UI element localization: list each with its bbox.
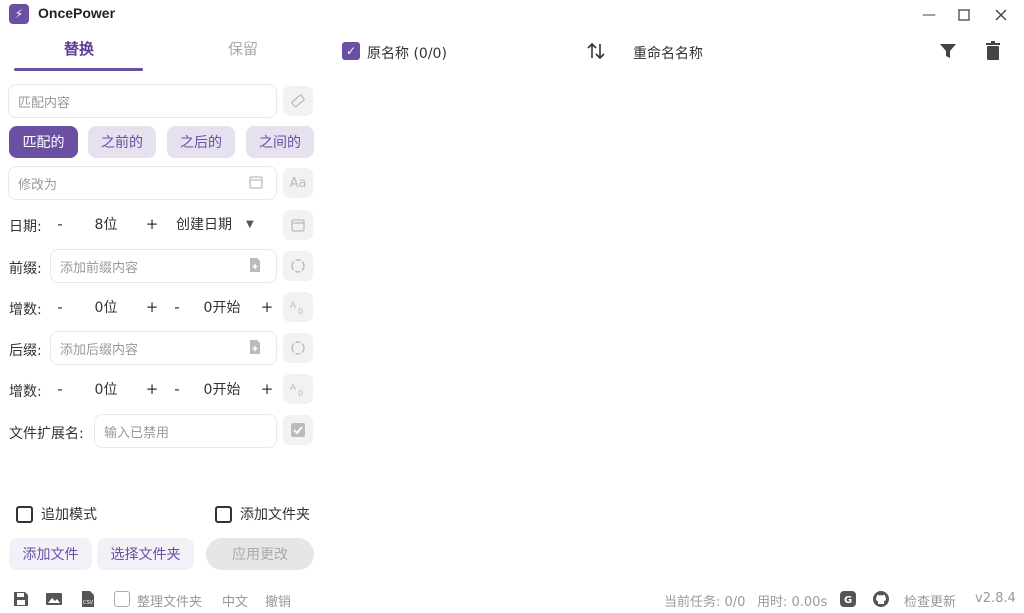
increment2-digits-plus-button[interactable]: +	[142, 380, 162, 398]
increment2-start-value[interactable]: 0开始	[187, 379, 257, 399]
increment2-start-minus-button[interactable]: -	[167, 380, 187, 398]
date-digits-value[interactable]: 8位	[70, 214, 142, 234]
increment-start-stepper: - 0开始 +	[167, 291, 277, 323]
sort-icon[interactable]	[585, 40, 607, 67]
suffix-label: 后缀:	[9, 343, 42, 359]
prefix-label: 前缀:	[9, 261, 42, 277]
trash-icon[interactable]	[983, 40, 1003, 62]
mode-after-button[interactable]: 之后的	[167, 126, 235, 158]
current-task-text: 当前任务: 0/0	[664, 595, 746, 610]
modify-input[interactable]: 修改为	[8, 166, 277, 200]
check-icon[interactable]	[283, 415, 313, 445]
prefix-input[interactable]: 添加前缀内容	[50, 249, 277, 283]
image-icon[interactable]	[45, 590, 63, 608]
date-digits-plus-button[interactable]: +	[142, 215, 162, 233]
svg-text:0: 0	[298, 307, 303, 316]
increment-icon[interactable]: A0	[283, 374, 313, 404]
increment2-start-plus-button[interactable]: +	[257, 380, 277, 398]
check-update-button[interactable]: 检查更新	[904, 591, 956, 610]
organize-folder-label: 整理文件夹	[137, 595, 203, 610]
g-icon[interactable]: G	[839, 590, 857, 608]
date-label: 日期:	[9, 219, 42, 235]
case-button[interactable]: Aa	[283, 168, 313, 198]
file-add-icon[interactable]	[248, 257, 262, 277]
tab-keep[interactable]: 保留	[176, 38, 310, 68]
apply-changes-button[interactable]: 应用更改	[206, 538, 314, 570]
increment2-digits-minus-button[interactable]: -	[50, 380, 70, 398]
increment-icon[interactable]: A0	[283, 292, 313, 322]
language-button[interactable]: 中文	[222, 591, 248, 610]
version-text: v2.8.4	[975, 591, 1016, 606]
mode-before-button[interactable]: 之前的	[88, 126, 156, 158]
date-type-value: 创建日期	[176, 217, 232, 233]
github-icon[interactable]	[872, 590, 890, 608]
select-folder-button[interactable]: 选择文件夹	[97, 538, 194, 570]
suffix-input[interactable]: 添加后缀内容	[50, 331, 277, 365]
match-input[interactable]: 匹配内容	[8, 84, 277, 118]
date-digits-stepper: - 8位 +	[50, 208, 162, 240]
increment2-start-stepper: - 0开始 +	[167, 373, 277, 405]
increment-digits-stepper: - 0位 +	[50, 291, 162, 323]
calendar-icon[interactable]	[248, 174, 264, 194]
increment-start-value[interactable]: 0开始	[187, 297, 257, 317]
ruler-icon[interactable]	[283, 86, 313, 116]
extension-label: 文件扩展名:	[9, 426, 84, 442]
date-type-select[interactable]: 创建日期 ▼	[170, 208, 272, 240]
title-bar: ⚡ OncePower —	[0, 0, 1024, 30]
filter-icon[interactable]	[938, 40, 958, 62]
svg-text:A: A	[290, 301, 297, 311]
svg-text:G: G	[844, 595, 852, 606]
app-title: OncePower	[38, 5, 116, 21]
append-mode-label: 追加模式	[41, 507, 97, 523]
elapsed-time-text: 用时: 0.00s	[757, 595, 828, 610]
original-name-header: 原名称 (0/0)	[367, 46, 447, 62]
chevron-down-icon: ▼	[246, 218, 254, 230]
svg-text:0: 0	[298, 389, 303, 398]
date-digits-minus-button[interactable]: -	[50, 215, 70, 233]
increment-label: 增数:	[9, 302, 42, 318]
undo-button[interactable]: 撤销	[265, 591, 291, 610]
append-mode-checkbox[interactable]: 追加模式	[16, 504, 97, 524]
svg-text:A: A	[290, 383, 297, 393]
calendar-icon[interactable]	[283, 210, 313, 240]
add-folder-label: 添加文件夹	[240, 507, 310, 523]
increment2-digits-value[interactable]: 0位	[70, 379, 142, 399]
mode-between-button[interactable]: 之间的	[246, 126, 314, 158]
refresh-icon[interactable]	[283, 333, 313, 363]
mode-match-button[interactable]: 匹配的	[9, 126, 78, 158]
add-file-button[interactable]: 添加文件	[9, 538, 92, 570]
increment-digits-value[interactable]: 0位	[70, 297, 142, 317]
increment-start-plus-button[interactable]: +	[257, 298, 277, 316]
extension-input[interactable]: 输入已禁用	[94, 414, 277, 448]
tab-underline	[14, 68, 143, 71]
increment2-digits-stepper: - 0位 +	[50, 373, 162, 405]
lightning-icon: ⚡	[9, 4, 29, 24]
file-add-icon[interactable]	[248, 339, 262, 359]
refresh-icon[interactable]	[283, 251, 313, 281]
select-all-checkbox[interactable]: ✓	[342, 42, 360, 60]
increment-start-minus-button[interactable]: -	[167, 298, 187, 316]
save-icon[interactable]	[12, 590, 30, 608]
increment2-label: 增数:	[9, 384, 42, 400]
increment-digits-minus-button[interactable]: -	[50, 298, 70, 316]
add-folder-box[interactable]	[215, 505, 232, 523]
svg-text:CSV: CSV	[83, 600, 94, 606]
maximize-icon[interactable]	[951, 4, 977, 26]
renamed-name-header: 重命名名称	[633, 46, 703, 62]
minimize-icon[interactable]: —	[916, 4, 942, 26]
close-icon[interactable]	[988, 4, 1014, 26]
add-folder-checkbox[interactable]: 添加文件夹	[215, 504, 310, 524]
tab-replace[interactable]: 替换	[12, 38, 146, 68]
organize-folder-checkbox[interactable]	[114, 591, 130, 607]
increment-digits-plus-button[interactable]: +	[142, 298, 162, 316]
csv-icon[interactable]: CSV	[79, 590, 97, 608]
append-mode-box[interactable]	[16, 505, 33, 523]
